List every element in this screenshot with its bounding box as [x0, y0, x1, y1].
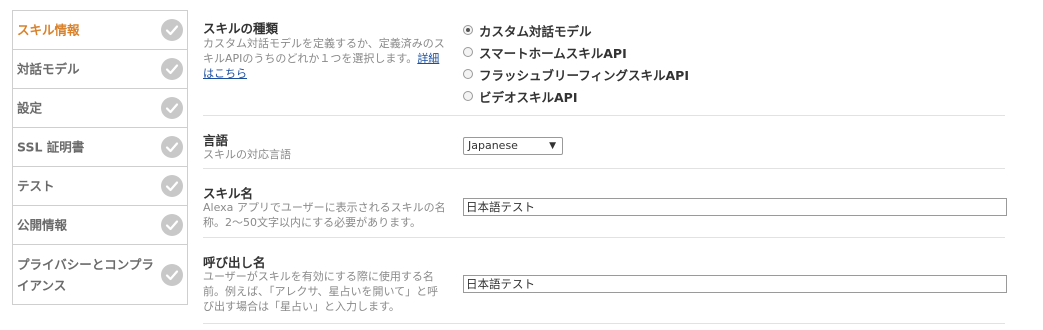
- radio-button[interactable]: [463, 69, 473, 79]
- radio-video-skill-api[interactable]: ビデオスキルAPI: [463, 85, 689, 107]
- skill-type-section: スキルの種類 カスタム対話モデルを定義するか、定義済みのスキルAPIのうちのどれ…: [203, 0, 1005, 116]
- radio-smart-home-api[interactable]: スマートホームスキルAPI: [463, 41, 689, 63]
- skill-type-description: カスタム対話モデルを定義するか、定義済みのスキルAPIのうちのどれか１つを選択し…: [203, 37, 445, 80]
- skill-name-section: スキル名 Alexa アプリでユーザーに表示されるスキルの名称。2～50文字以内…: [203, 169, 1007, 238]
- radio-label: スマートホームスキルAPI: [479, 45, 627, 61]
- invocation-name-section: 呼び出し名 ユーザーがスキルを有効にする際に使用する名前。例えば、「アレクサ、星…: [203, 238, 1007, 324]
- radio-label: カスタム対話モデル: [479, 23, 592, 39]
- sidebar-item-interaction-model[interactable]: 対話モデル: [13, 50, 187, 89]
- sidebar-item-label: SSL 証明書: [17, 139, 85, 155]
- sidebar-item-configuration[interactable]: 設定: [13, 89, 187, 128]
- radio-button[interactable]: [463, 91, 473, 101]
- skill-type-radio-group: カスタム対話モデル スマートホームスキルAPI フラッシュブリーフィングスキルA…: [463, 19, 689, 107]
- language-selected-value: Japanese: [468, 139, 518, 152]
- sidebar-nav: スキル情報 対話モデル 設定 SSL 証明書 テスト 公開情報 プライバシーとコ…: [12, 10, 188, 305]
- language-section: 言語 スキルの対応言語 Japanese ▼: [203, 116, 1005, 169]
- skill-type-title: スキルの種類: [203, 21, 279, 36]
- sidebar-item-label: プライバシーとコンプライアンス: [17, 256, 154, 293]
- check-circle-icon: [161, 136, 183, 158]
- check-circle-icon: [161, 263, 183, 286]
- language-description: スキルの対応言語: [203, 148, 291, 161]
- sidebar-item-privacy-compliance[interactable]: プライバシーとコンプライアンス: [13, 245, 187, 305]
- sidebar-item-label: 設定: [17, 100, 43, 116]
- sidebar-item-test[interactable]: テスト: [13, 167, 187, 206]
- caret-down-icon: ▼: [549, 141, 556, 151]
- radio-label: フラッシュブリーフィングスキルAPI: [479, 67, 689, 83]
- check-circle-icon: [161, 97, 183, 119]
- sidebar-item-skill-info[interactable]: スキル情報: [13, 11, 187, 50]
- radio-button[interactable]: [463, 25, 473, 35]
- skill-name-description: Alexa アプリでユーザーに表示されるスキルの名称。2～50文字以内にする必要…: [203, 201, 446, 229]
- radio-custom-model[interactable]: カスタム対話モデル: [463, 19, 689, 41]
- language-select[interactable]: Japanese ▼: [463, 137, 563, 155]
- skill-name-input[interactable]: [463, 198, 1007, 216]
- check-circle-icon: [161, 175, 183, 197]
- radio-flash-briefing-api[interactable]: フラッシュブリーフィングスキルAPI: [463, 63, 689, 85]
- sidebar-item-publishing-info[interactable]: 公開情報: [13, 206, 187, 245]
- invocation-name-input[interactable]: [463, 275, 1007, 293]
- sidebar-item-label: 対話モデル: [17, 61, 80, 77]
- sidebar-item-label: テスト: [17, 178, 55, 194]
- radio-label: ビデオスキルAPI: [479, 89, 578, 105]
- check-circle-icon: [161, 214, 183, 236]
- sidebar-item-ssl-certificate[interactable]: SSL 証明書: [13, 128, 187, 167]
- invocation-name-description: ユーザーがスキルを有効にする際に使用する名前。例えば、「アレクサ、星占いを開いて…: [203, 270, 439, 313]
- check-circle-icon: [161, 58, 183, 80]
- sidebar-item-label: 公開情報: [17, 217, 68, 233]
- radio-button[interactable]: [463, 47, 473, 57]
- check-circle-icon: [161, 19, 183, 41]
- sidebar-item-label: スキル情報: [17, 22, 80, 38]
